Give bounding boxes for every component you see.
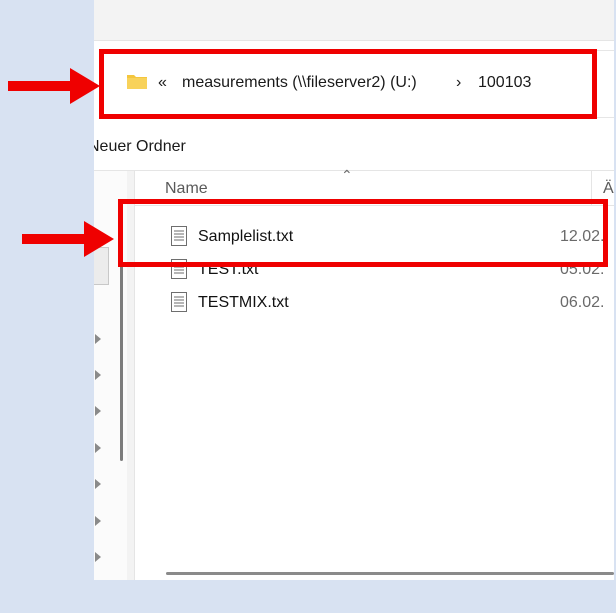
text-file-icon <box>171 292 187 312</box>
arrow-head-icon <box>84 221 114 257</box>
highlight-address-bar <box>99 49 597 119</box>
arrow-address-bar <box>8 81 72 91</box>
nav-pin-icon[interactable] <box>95 443 101 453</box>
sort-up-icon: ⌃ <box>341 167 353 183</box>
arrow-head-icon <box>70 68 100 104</box>
nav-pin-icon[interactable] <box>95 406 101 416</box>
horizontal-scrollbar[interactable] <box>166 572 614 575</box>
column-header-date[interactable]: Änder <box>603 180 614 198</box>
nav-pin-icon[interactable] <box>95 479 101 489</box>
nav-pin-icon[interactable] <box>95 334 101 344</box>
file-name: TESTMIX.txt <box>198 294 289 311</box>
file-date: 06.02. <box>560 294 605 311</box>
nav-pin-icon[interactable] <box>95 370 101 380</box>
file-row[interactable]: TESTMIX.txt 06.02. <box>135 288 614 318</box>
new-folder-button[interactable]: Neuer Ordner <box>94 138 186 156</box>
arrow-samplelist <box>22 234 86 244</box>
window-title-strip <box>94 0 614 41</box>
highlight-samplelist-row <box>118 199 608 267</box>
nav-pin-icon[interactable] <box>95 552 101 562</box>
nav-pin-icon[interactable] <box>95 516 101 526</box>
column-header-name[interactable]: Name <box>165 180 208 198</box>
